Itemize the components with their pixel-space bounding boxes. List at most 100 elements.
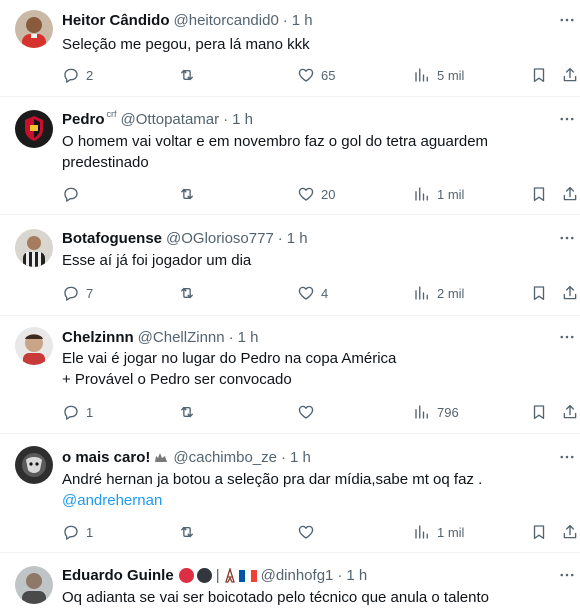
tweet-text: Seleção me pegou, pera lá mano kkk	[62, 36, 310, 53]
reply-icon	[62, 403, 80, 421]
like-count: 20	[321, 186, 336, 202]
retweet-button[interactable]	[178, 283, 196, 303]
avatar[interactable]	[15, 446, 53, 484]
author-name[interactable]: Chelzinnn	[62, 329, 134, 346]
author-handle[interactable]: @OGlorioso777	[166, 230, 274, 247]
reply-icon	[62, 284, 80, 302]
name-separator: |	[215, 566, 220, 584]
bookmark-icon	[530, 284, 548, 302]
share-icon	[561, 185, 579, 203]
more-icon[interactable]	[556, 109, 578, 129]
views-icon	[413, 185, 431, 203]
avatar[interactable]	[15, 10, 53, 48]
like-button[interactable]: 20	[297, 184, 335, 204]
retweet-button[interactable]	[178, 65, 196, 85]
france-flag-icon	[238, 569, 257, 582]
reply-button[interactable]: 2	[62, 65, 93, 85]
avatar[interactable]	[15, 327, 53, 365]
author-handle[interactable]: @ChellZinnn	[138, 329, 225, 346]
like-button[interactable]	[297, 522, 315, 542]
author-name[interactable]: Heitor Cândido	[62, 12, 170, 29]
timestamp[interactable]: 1 h	[290, 449, 311, 466]
bookmark-button[interactable]	[530, 283, 548, 303]
author-name[interactable]: o mais caro!	[62, 449, 150, 466]
more-icon[interactable]	[556, 10, 578, 30]
share-button[interactable]	[561, 65, 579, 85]
retweet-button[interactable]	[178, 522, 196, 542]
views-icon	[413, 284, 431, 302]
tweet[interactable]: Eduardo Guinle | @dinhofg1 · 1 h Oq adia…	[0, 553, 580, 608]
reply-icon	[62, 66, 80, 84]
retweet-button[interactable]	[178, 402, 196, 422]
timestamp[interactable]: 1 h	[287, 230, 308, 247]
reply-button[interactable]: 1	[62, 522, 93, 542]
share-button[interactable]	[561, 283, 579, 303]
reply-count: 1	[86, 524, 94, 540]
emoji-icon	[153, 450, 169, 464]
tweet-text: André hernan ja botou a seleção pra dar …	[62, 469, 567, 511]
author-handle[interactable]: @Ottopatamar	[121, 111, 220, 128]
views-button[interactable]: 796	[413, 402, 459, 422]
author-name[interactable]: Pedro	[62, 111, 105, 128]
avatar[interactable]	[15, 110, 53, 148]
like-button[interactable]: 65	[297, 65, 335, 85]
timestamp[interactable]: 1 h	[346, 567, 367, 584]
avatar[interactable]	[15, 566, 53, 604]
retweet-icon	[178, 284, 196, 302]
like-count: 65	[321, 67, 336, 83]
bookmark-button[interactable]	[530, 522, 548, 542]
reply-button[interactable]: 1	[62, 402, 93, 422]
reply-count: 7	[86, 285, 94, 301]
tweet[interactable]: o mais caro! @cachimbo_ze · 1 h André he…	[0, 434, 580, 552]
separator-dot: ·	[282, 11, 288, 29]
more-icon[interactable]	[556, 228, 578, 248]
tweet-text: Esse aí já foi jogador um dia	[62, 252, 252, 269]
like-button[interactable]: 4	[297, 283, 328, 303]
views-button[interactable]: 1 mil	[413, 522, 464, 542]
tweet[interactable]: Pedro crf @Ottopatamar · 1 h O homem vai…	[0, 97, 580, 214]
reply-button[interactable]: 7	[62, 283, 93, 303]
share-icon	[561, 403, 579, 421]
bookmark-button[interactable]	[530, 65, 548, 85]
views-button[interactable]: 1 mil	[413, 184, 464, 204]
like-button[interactable]	[297, 402, 315, 422]
like-icon	[297, 66, 315, 84]
tweet-text: Oq adianta se vai ser boicotado pelo téc…	[62, 589, 489, 606]
author-name[interactable]: Eduardo Guinle	[62, 567, 174, 584]
retweet-icon	[178, 523, 196, 541]
retweet-button[interactable]	[178, 184, 196, 204]
more-icon[interactable]	[556, 447, 578, 467]
bookmark-button[interactable]	[530, 402, 548, 422]
timestamp[interactable]: 1 h	[238, 329, 259, 346]
like-icon	[297, 284, 315, 302]
share-button[interactable]	[561, 402, 579, 422]
reply-button[interactable]	[62, 184, 80, 204]
author-handle[interactable]: @dinhofg1	[261, 567, 334, 584]
views-count: 2 mil	[437, 285, 465, 301]
share-icon	[561, 523, 579, 541]
author-handle[interactable]: @cachimbo_ze	[173, 449, 277, 466]
bookmark-button[interactable]	[530, 184, 548, 204]
tweet[interactable]: Heitor Cândido @heitorcandid0 · 1 h Sele…	[0, 0, 580, 100]
more-icon[interactable]	[556, 565, 578, 585]
bookmark-icon	[530, 403, 548, 421]
share-button[interactable]	[561, 522, 579, 542]
mention-link[interactable]: @andrehernan	[62, 492, 162, 509]
share-button[interactable]	[561, 184, 579, 204]
like-icon	[297, 403, 315, 421]
author-name[interactable]: Botafoguense	[62, 230, 162, 247]
tweet[interactable]: Botafoguense @OGlorioso777 · 1 h Esse aí…	[0, 215, 580, 315]
tweet[interactable]: Chelzinnn @ChellZinnn · 1 h Ele vai é jo…	[0, 316, 580, 433]
author-handle[interactable]: @heitorcandid0	[174, 12, 279, 29]
more-icon[interactable]	[556, 327, 578, 347]
tweet-text-line: + Provável o Pedro ser convocado	[62, 371, 292, 388]
views-button[interactable]: 5 mil	[413, 65, 464, 85]
tweet-text-line: Ele vai é jogar no lugar do Pedro na cop…	[62, 350, 397, 367]
views-count: 5 mil	[437, 67, 465, 83]
avatar[interactable]	[15, 229, 53, 267]
views-icon	[413, 403, 431, 421]
views-button[interactable]: 2 mil	[413, 283, 464, 303]
timestamp[interactable]: 1 h	[292, 12, 313, 29]
bookmark-icon	[530, 185, 548, 203]
timestamp[interactable]: 1 h	[232, 111, 253, 128]
